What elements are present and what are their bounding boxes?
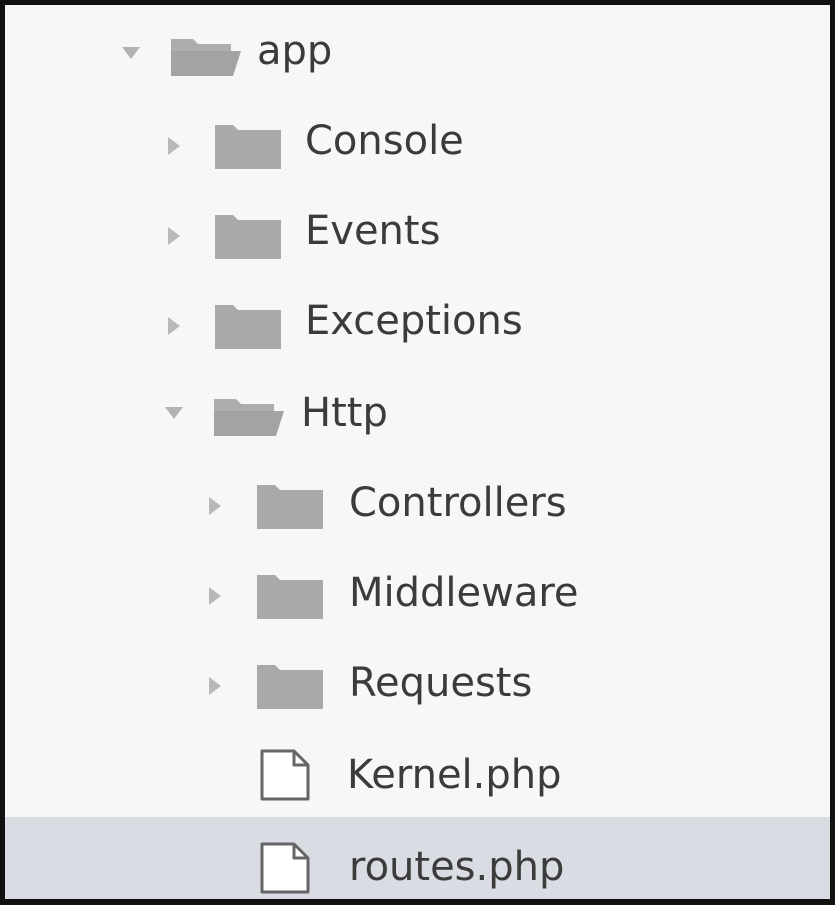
tree-item-label: routes.php xyxy=(349,844,565,890)
tree-item-controllers[interactable]: Controllers xyxy=(5,457,830,547)
chevron-right-icon[interactable] xyxy=(209,677,221,695)
file-icon xyxy=(260,842,310,894)
tree-item-requests[interactable]: Requests xyxy=(5,637,830,727)
folder-icon xyxy=(215,305,281,349)
folder-open-icon xyxy=(214,399,284,436)
tree-item-console[interactable]: Console xyxy=(5,97,830,187)
chevron-down-icon[interactable] xyxy=(122,47,140,59)
tree-item-label: app xyxy=(257,28,333,74)
folder-icon xyxy=(257,575,323,619)
folder-icon xyxy=(215,125,281,169)
tree-item-label: Kernel.php xyxy=(347,752,562,798)
folder-icon xyxy=(257,485,323,529)
file-explorer-window: app Console Events Exceptions Http Contr… xyxy=(0,0,835,905)
chevron-right-icon[interactable] xyxy=(209,497,221,515)
file-icon xyxy=(260,749,310,801)
tree-item-label: Requests xyxy=(349,660,533,706)
chevron-right-icon[interactable] xyxy=(209,587,221,605)
tree-item-http[interactable]: Http xyxy=(5,367,830,457)
tree-item-app[interactable]: app xyxy=(5,7,830,97)
tree-item-label: Console xyxy=(305,118,464,164)
chevron-right-icon[interactable] xyxy=(168,317,180,335)
tree-item-label: Http xyxy=(301,390,388,436)
folder-open-icon xyxy=(171,39,241,76)
tree-item-middleware[interactable]: Middleware xyxy=(5,547,830,637)
tree-item-label: Exceptions xyxy=(305,298,523,344)
chevron-right-icon[interactable] xyxy=(168,227,180,245)
tree-item-kernel-php[interactable]: Kernel.php xyxy=(5,727,830,817)
tree-item-label: Controllers xyxy=(349,480,567,526)
chevron-right-icon[interactable] xyxy=(168,137,180,155)
file-tree: app Console Events Exceptions Http Contr… xyxy=(5,5,830,899)
tree-item-label: Events xyxy=(305,208,441,254)
folder-icon xyxy=(215,215,281,259)
chevron-down-icon[interactable] xyxy=(165,407,183,419)
tree-item-label: Middleware xyxy=(349,570,579,616)
tree-item-exceptions[interactable]: Exceptions xyxy=(5,277,830,367)
tree-item-routes-php[interactable]: routes.php xyxy=(5,817,830,899)
tree-item-events[interactable]: Events xyxy=(5,187,830,277)
folder-icon xyxy=(257,665,323,709)
